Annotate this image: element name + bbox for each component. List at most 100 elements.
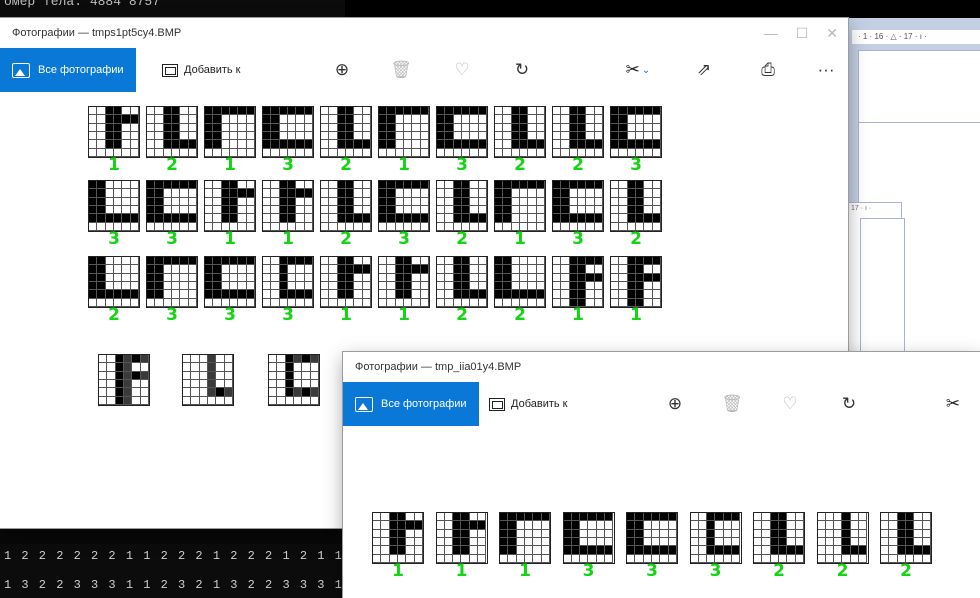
all-photos-button[interactable]: Все фотографии — [0, 48, 136, 92]
letter-image — [372, 512, 424, 564]
letter-cell: 1 — [204, 180, 256, 248]
console-top-text: омер тела: 4884 8757 — [4, 0, 161, 9]
add-to-label: Добавить к — [184, 64, 241, 76]
maximize-button[interactable]: ☐ — [796, 18, 809, 48]
zoom-in-icon[interactable]: ⊕ — [328, 48, 356, 92]
letter-cell: 1 — [378, 106, 430, 175]
class-label: 3 — [630, 155, 642, 175]
letter-image — [753, 512, 805, 564]
all-photos-label: Все фотографии — [381, 398, 467, 410]
all-photos-label: Все фотографии — [38, 64, 124, 76]
letter-cell: 2 — [494, 106, 546, 174]
print-icon[interactable]: ⎙ — [754, 48, 782, 92]
class-label: 3 — [224, 305, 236, 325]
letter-image — [88, 256, 140, 308]
class-label: 3 — [646, 561, 658, 581]
letter-cell: 1 — [494, 180, 546, 249]
letter-image — [436, 180, 488, 232]
toolbar: Все фотографии Добавить к ⊕ 🗑 ♡ ↻ ✂ — [343, 382, 980, 426]
delete-icon[interactable]: 🗑 — [387, 48, 415, 92]
letter-cell: 3 — [146, 256, 198, 325]
class-label: 1 — [282, 229, 294, 249]
letter-cell: 3 — [626, 512, 678, 581]
class-label: 2 — [456, 305, 468, 325]
edit-icon[interactable]: ✂ — [939, 382, 967, 426]
letter-cell: 3 — [204, 256, 256, 325]
add-to-button[interactable]: Добавить к — [489, 382, 567, 426]
letter-image — [262, 106, 314, 158]
class-label: 2 — [340, 229, 352, 249]
rotate-icon[interactable]: ↻ — [508, 48, 536, 92]
class-label: 2 — [836, 561, 849, 581]
all-photos-button[interactable]: Все фотографии — [343, 382, 479, 426]
add-to-button[interactable]: Добавить к — [162, 48, 240, 92]
favorite-icon[interactable]: ♡ — [776, 382, 804, 426]
rotate-icon[interactable]: ↻ — [835, 382, 863, 426]
class-label: 3 — [709, 561, 722, 581]
class-label: 1 — [514, 229, 526, 249]
letter-image — [378, 256, 430, 308]
letter-cell: 2 — [436, 256, 488, 325]
letter-image — [689, 512, 742, 564]
letter-image — [552, 106, 604, 158]
add-to-icon — [162, 63, 178, 77]
letter-cell: 1 — [320, 256, 372, 324]
class-label: 1 — [108, 155, 120, 175]
letter-cell: 3 — [610, 106, 662, 175]
class-label: 2 — [630, 229, 642, 249]
letter-image — [320, 180, 372, 232]
letter-image — [146, 106, 198, 158]
share-icon[interactable]: ⇗ — [690, 48, 718, 92]
letter-cell: 1 — [372, 512, 424, 580]
letter-image — [262, 180, 314, 232]
letter-image — [552, 180, 604, 232]
letter-image — [146, 180, 198, 232]
letter-cell: 3 — [146, 180, 198, 248]
console-output-line: 1 2 2 2 2 2 2 1 1 2 2 2 1 2 2 2 1 2 1 1 … — [4, 549, 345, 563]
window-title: Фотографии — tmps1pt5cy4.BMP — [12, 27, 182, 39]
letter-cell: 2 — [494, 256, 546, 324]
letter-image — [610, 180, 662, 232]
letter-cell: 3 — [562, 512, 615, 581]
letter-cell: 3 — [552, 180, 604, 248]
photos-window-2: Фотографии — tmp_iia01y4.BMP Все фотогра… — [343, 352, 980, 598]
class-label: 3 — [282, 305, 294, 325]
letter-cell: 2 — [552, 106, 604, 174]
class-label: 2 — [900, 561, 912, 581]
class-label: 2 — [166, 155, 178, 175]
letter-image — [204, 106, 256, 158]
letter-cell: 2 — [610, 180, 662, 249]
letter-image — [552, 256, 604, 308]
letter-cell: 1 — [378, 256, 430, 325]
letter-cell: 2 — [146, 106, 198, 175]
letter-cell: 1 — [204, 106, 256, 174]
class-label: 1 — [519, 561, 531, 581]
edit-icon[interactable]: ✂ ⌄ — [618, 48, 658, 92]
letter-cell: 2 — [816, 512, 869, 581]
close-button[interactable]: ✕ — [826, 18, 838, 48]
title-bar: Фотографии — tmps1pt5cy4.BMP — ☐ ✕ — [0, 18, 848, 48]
class-label: 1 — [572, 305, 584, 325]
delete-icon[interactable]: 🗑 — [718, 382, 746, 426]
letter-image — [494, 180, 546, 232]
document-page — [858, 50, 980, 130]
class-label: 3 — [582, 561, 595, 581]
letter-image — [262, 256, 314, 308]
letter-image — [378, 106, 430, 158]
class-label: 3 — [456, 155, 468, 175]
letter-cell: 2 — [320, 106, 372, 174]
zoom-in-icon[interactable]: ⊕ — [661, 382, 689, 426]
letter-cell: 1 — [499, 512, 551, 581]
class-label: 1 — [398, 155, 410, 175]
letter-cell: 3 — [88, 180, 140, 249]
letter-image — [562, 512, 615, 564]
minimize-button[interactable]: — — [764, 18, 778, 48]
title-bar: Фотографии — tmp_iia01y4.BMP — [343, 352, 980, 382]
class-label: 3 — [166, 305, 178, 325]
letter-image — [880, 512, 932, 564]
more-icon[interactable]: ··· — [812, 48, 840, 92]
favorite-icon[interactable]: ♡ — [448, 48, 476, 92]
letter-cell: 1 — [88, 106, 140, 175]
class-label: 1 — [398, 305, 410, 325]
class-label: 3 — [108, 229, 120, 249]
